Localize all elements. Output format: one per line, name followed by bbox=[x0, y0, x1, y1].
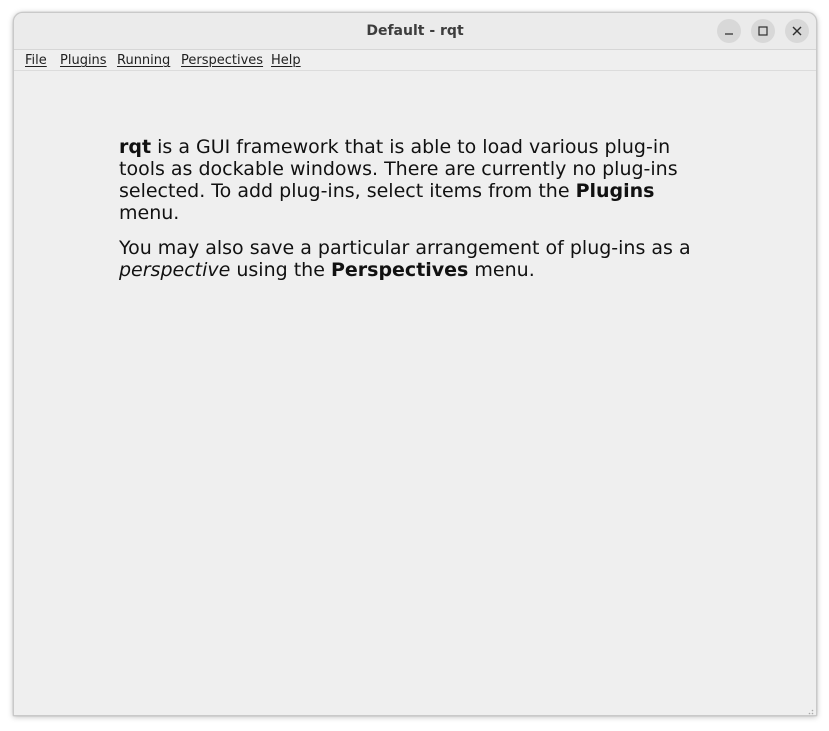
intro-text-1-tail: menu. bbox=[119, 202, 180, 224]
close-icon bbox=[792, 26, 802, 36]
title-bar[interactable]: Default - rqt bbox=[14, 13, 816, 50]
menu-running[interactable]: Running bbox=[117, 52, 170, 69]
intro-paragraph-1: rqt is a GUI framework that is able to l… bbox=[119, 136, 719, 224]
menu-bar: File Plugins Running Perspectives Help bbox=[14, 50, 816, 71]
app-window: Default - rqt File Plugins Running Persp… bbox=[13, 12, 817, 716]
close-button[interactable] bbox=[785, 19, 809, 43]
intro-text-2-tail: menu. bbox=[468, 259, 535, 281]
perspective-term: perspective bbox=[119, 259, 231, 281]
plugins-menu-reference: Plugins bbox=[575, 180, 655, 202]
window-title: Default - rqt bbox=[366, 23, 464, 39]
minimize-icon bbox=[724, 26, 734, 36]
intro-message: rqt is a GUI framework that is able to l… bbox=[119, 136, 719, 281]
menu-file[interactable]: File bbox=[25, 52, 47, 69]
perspectives-menu-reference: Perspectives bbox=[330, 259, 469, 281]
rqt-name: rqt bbox=[119, 136, 152, 158]
maximize-button[interactable] bbox=[751, 19, 775, 43]
intro-text-2-mid: using the bbox=[230, 259, 331, 281]
intro-paragraph-2: You may also save a particular arrangeme… bbox=[119, 237, 719, 281]
resize-grip-icon[interactable] bbox=[804, 703, 814, 715]
intro-text-2: You may also save a particular arrangeme… bbox=[119, 237, 691, 259]
menu-plugins[interactable]: Plugins bbox=[60, 52, 107, 69]
maximize-icon bbox=[758, 26, 768, 36]
menu-perspectives[interactable]: Perspectives bbox=[181, 52, 263, 69]
minimize-button[interactable] bbox=[717, 19, 741, 43]
menu-help[interactable]: Help bbox=[271, 52, 301, 69]
